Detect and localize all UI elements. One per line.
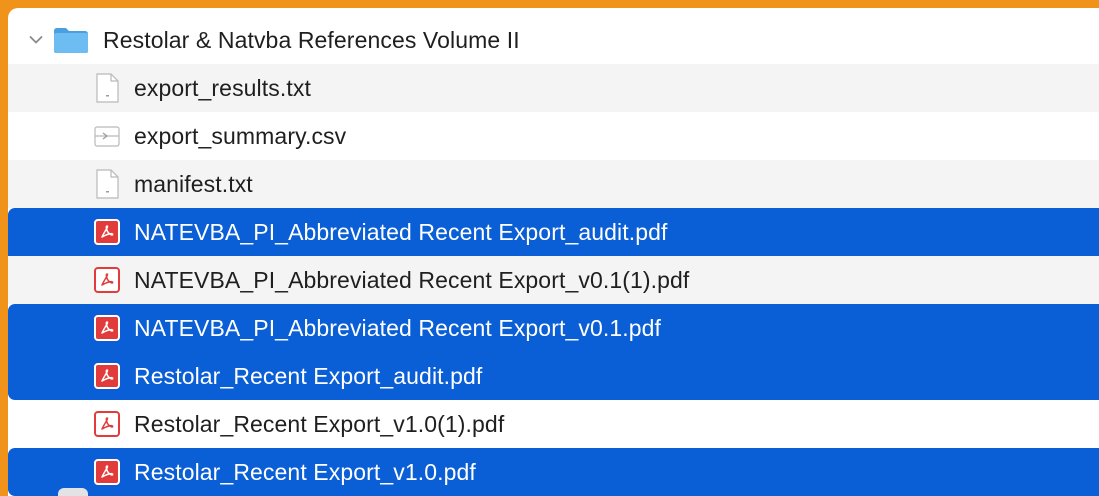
pdf-icon: [94, 267, 120, 293]
file-name: NATEVBA_PI_Abbreviated Recent Export_aud…: [134, 218, 668, 245]
file-name: Restolar_Recent Export_v1.0.pdf: [134, 458, 476, 485]
file-row[interactable]: Restolar_Recent Export_audit.pdf: [8, 352, 1099, 400]
finder-list-view: Restolar & Natvba References Volume II e…: [8, 8, 1099, 496]
file-name: NATEVBA_PI_Abbreviated Recent Export_v0.…: [134, 266, 690, 293]
pdf-icon: [94, 459, 120, 485]
pdf-icon: [94, 363, 120, 389]
file-name: manifest.txt: [134, 170, 253, 197]
text-document-icon: [94, 168, 120, 200]
pdf-icon: [94, 411, 120, 437]
file-row[interactable]: Restolar_Recent Export_v1.0(1).pdf: [8, 400, 1099, 448]
file-name: Restolar_Recent Export_audit.pdf: [134, 362, 483, 389]
text-document-icon: [94, 72, 120, 104]
file-row[interactable]: Restolar_Recent Export_v1.0.pdf: [8, 448, 1099, 496]
chevron-down-icon[interactable]: [25, 29, 47, 51]
file-row[interactable]: NATEVBA_PI_Abbreviated Recent Export_aud…: [8, 208, 1099, 256]
pdf-icon: [94, 315, 120, 341]
spreadsheet-document-icon: [94, 120, 120, 152]
pdf-icon: [94, 219, 120, 245]
folder-row[interactable]: Restolar & Natvba References Volume II: [8, 16, 1099, 64]
file-row[interactable]: NATEVBA_PI_Abbreviated Recent Export_v0.…: [8, 304, 1099, 352]
file-name: NATEVBA_PI_Abbreviated Recent Export_v0.…: [134, 314, 661, 341]
file-row[interactable]: export_summary.csv: [8, 112, 1099, 160]
file-row[interactable]: manifest.txt: [8, 160, 1099, 208]
folder-name: Restolar & Natvba References Volume II: [103, 26, 520, 53]
file-name: Restolar_Recent Export_v1.0(1).pdf: [134, 410, 505, 437]
file-row[interactable]: export_results.txt: [8, 64, 1099, 112]
file-row[interactable]: NATEVBA_PI_Abbreviated Recent Export_v0.…: [8, 256, 1099, 304]
partial-next-row-icon: [58, 488, 88, 496]
file-name: export_results.txt: [134, 74, 311, 101]
folder-icon: [54, 28, 88, 53]
file-name: export_summary.csv: [134, 122, 347, 149]
